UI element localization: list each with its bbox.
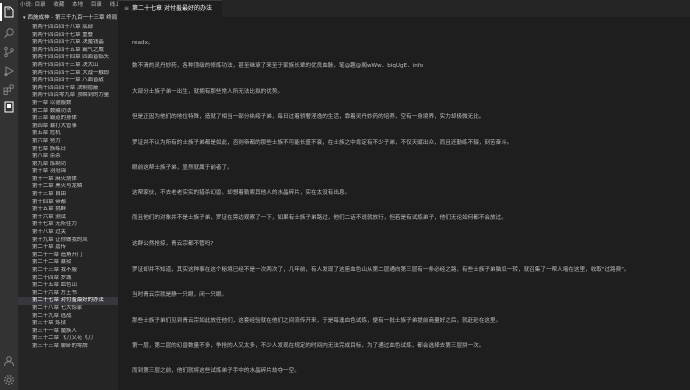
chapter-list-item[interactable]: 第两千四百四十八章 底部 — [18, 24, 118, 32]
file-text-icon: ≡ — [124, 5, 130, 12]
settings-gear-icon[interactable] — [3, 374, 15, 386]
book-icon[interactable] — [3, 101, 15, 113]
paragraph: 数不清的灵丹妙药，各种顶级的修炼功法，甚至继承了来至于家族长辈的优良血脉，笔@趣… — [132, 63, 424, 69]
chapter-list-item[interactable]: 第两千四百四十章 决制隐蔽 — [18, 85, 118, 93]
chapter-list-item[interactable]: 第六章 努力 — [18, 138, 118, 146]
chapter-list-item[interactable]: 第十四章 帝都 — [18, 199, 118, 207]
chevron-down-icon: ▾ — [23, 15, 26, 21]
chapter-list-item[interactable]: 第十五章 挑衅 — [18, 206, 118, 214]
chapter-list-item[interactable]: 第三十二章 飞刀又花飞刀 — [18, 335, 118, 343]
run-debug-icon[interactable] — [3, 65, 15, 77]
paragraph: 第一层，第二层的幻兽数量不多，争抢的人又太多，不少人发现在规定的时间内无法完成目… — [132, 343, 485, 349]
paragraph: 而到第三层之前，他们就将这些试炼弟子手中的水晶碎片劫夺一空。 — [132, 368, 300, 374]
chapter-list-item[interactable]: 第两千四百四十二章 大战一触即 — [18, 70, 118, 78]
chapter-list-item[interactable]: 第三十章 炼狱 — [18, 320, 118, 328]
chapter-list-item[interactable]: 第二十五章 血色山 — [18, 282, 118, 290]
paragraph: 而且他们的对象并不是士族子弟，罗证在旁边观察了一下，如果有士族子弟路过，他们二话… — [132, 215, 507, 221]
chapter-list-item[interactable]: 第两千四百四十四章 四面皆临头 — [18, 54, 118, 62]
account-icon[interactable] — [3, 355, 15, 367]
source-control-icon[interactable] — [3, 46, 15, 58]
paragraph: 这帮家伙，不去老老实实的猎杀幻兽，却想着勒索其他人的水晶碎片，实在太没有出息。 — [132, 190, 351, 196]
explorer-sidebar: 小说: 目录 收藏 本地 目录 线上 ▾ 西施成神 - 第三千九百一十三章 终局 … — [18, 0, 118, 390]
chapter-list-item[interactable]: 第二十六章 方王书 — [18, 290, 118, 298]
activity-bar — [0, 0, 18, 390]
tab-active-chapter[interactable]: ≡ 第二十七章 对付羞最好的办法 — [118, 0, 222, 17]
favorites-button[interactable]: 收藏 — [53, 2, 64, 8]
extensions-icon[interactable] — [3, 84, 15, 96]
chapter-list-item[interactable]: 第二十一章 造角开门 — [18, 252, 118, 260]
tab-label: 第二十七章 对付羞最好的办法 — [132, 5, 212, 12]
chapter-list-item[interactable]: 第九章 炼制功 — [18, 161, 118, 169]
paragraph: 这群公然抢掠，青云宗都不管吗? — [132, 241, 214, 247]
editor-content[interactable]: readx。数不清的灵丹妙药，各种顶级的修炼功法，甚至继承了来至于家族长辈的优良… — [118, 17, 690, 390]
chapter-list-item[interactable]: 第十七章 无所往力 — [18, 221, 118, 229]
search-icon[interactable] — [3, 27, 15, 39]
chapter-list-item[interactable]: 第二十四章 罗城 — [18, 275, 118, 283]
chapter-list-item[interactable]: 第四章 暴打大管事 — [18, 123, 118, 131]
chapter-list-item[interactable]: 第三十三章 聊卧的零牌 — [18, 343, 118, 351]
chapter-list-item[interactable]: 第两千四百四十三章 决大山 — [18, 62, 118, 70]
chapter-list-item[interactable]: 第二章 数藏功法 — [18, 108, 118, 116]
chapter-list-item[interactable]: 第二十八章 七大惊家 — [18, 305, 118, 313]
paragraph: 当时青云宗就是静一只眼，闭一只眼。 — [132, 292, 228, 298]
active-indicator — [0, 3, 2, 21]
chapter-list-item[interactable]: 第十三章 自由 — [18, 191, 118, 199]
chapter-list-item[interactable]: 第二十七章 对付羞最好的办法 — [18, 297, 118, 305]
files-icon[interactable] — [3, 6, 15, 18]
paragraph: 大部分士族子弟一出生，就拥有那些常人所无法比拟的优势。 — [132, 89, 284, 95]
paragraph: 那些士族子弟们见到青云宗如此放任他们，这套经验就在他们之间流传开来，于是每逢血色… — [132, 318, 502, 324]
chapter-list-item[interactable]: 第十二章 黑火与龙鳞 — [18, 183, 118, 191]
chapter-list-item[interactable]: 第二十二章 暴狱 — [18, 259, 118, 267]
chapter-list-item[interactable]: 第十八章 过关 — [18, 229, 118, 237]
chapter-list-item[interactable]: 第十章 羽冠锦 — [18, 168, 118, 176]
chapter-list-item[interactable]: 第三十一章 魔族人 — [18, 328, 118, 336]
book-title: 西施成神 - 第三千九百一十三章 终局 — [27, 15, 118, 21]
paragraph: 罗证并不认为所有的士族子弟都是如此，否则帝都的那些士族不可能长盛不衰，在士族之中… — [132, 140, 513, 146]
chapter-list-item[interactable]: 第三章 霸道的身体 — [18, 115, 118, 123]
chapter-list-item[interactable]: 第二十九章 逃战 — [18, 313, 118, 321]
paragraph: readx。 — [132, 40, 154, 46]
chapter-list-item[interactable]: 第两千四百四十六章 决魔钱晶 — [18, 39, 118, 47]
chapter-list-item[interactable]: 第七章 族练日 — [18, 146, 118, 154]
chapter-list-item[interactable]: 第两千四百零九章 顶瞬到的力量 — [18, 92, 118, 100]
book-tree-root[interactable]: ▾ 西施成神 - 第三千九百一十三章 终局 — [18, 14, 118, 23]
paragraph: 罗证却并不知道，其实这种事在这个秘境已经不是一次两次了，几年前，有人发现了这座血… — [132, 267, 630, 273]
sidebar-toolbar: 小说: 目录 收藏 本地 目录 线上 — [18, 0, 118, 11]
chapter-list-item[interactable]: 第两千四百四十七章 重叠 — [18, 32, 118, 40]
chapter-list-item[interactable]: 第二十章 嘉传 — [18, 244, 118, 252]
chapter-list-item[interactable]: 第八章 杀杀 — [18, 153, 118, 161]
local-button[interactable]: 本地 — [72, 2, 83, 8]
catalog-button[interactable]: 目录 — [91, 2, 102, 8]
chapter-list-item[interactable]: 第十六章 测试 — [18, 214, 118, 222]
online-button[interactable]: 线上 — [110, 2, 118, 8]
chapter-list: 第两千四百四十八章 底部 第两千四百四十七章 重叠 第两千四百四十六章 决魔钱晶 第两… — [18, 24, 118, 351]
chapter-list-item[interactable]: 第一章 以德服数 — [18, 100, 118, 108]
chapter-list-item[interactable]: 第五章 危机 — [18, 130, 118, 138]
chapter-list-item[interactable]: 第十一章 麻火烧体 — [18, 176, 118, 184]
tab-bar: ≡ 第二十七章 对付羞最好的办法 — [118, 0, 690, 17]
sidebar-toolbar-title: 小说: 目录 — [20, 2, 46, 8]
paragraph: 但是正因为他们的地位特殊，造就了相当一部分纨绔子弟，每日过着骄奢淫逸的生活，靠着… — [132, 114, 485, 120]
chapter-list-item[interactable]: 第两千四百四十五章 霸气之威 — [18, 47, 118, 55]
paragraph: 眼前这帮士族子弟，显然就属于前者了。 — [132, 165, 233, 171]
chapter-list-item[interactable]: 第十九章 让你做我的凤 — [18, 237, 118, 245]
chapter-list-item[interactable]: 第二十三章 我不服 — [18, 267, 118, 275]
chapter-list-item[interactable]: 第两千四百四十一章 八面皆敌 — [18, 77, 118, 85]
